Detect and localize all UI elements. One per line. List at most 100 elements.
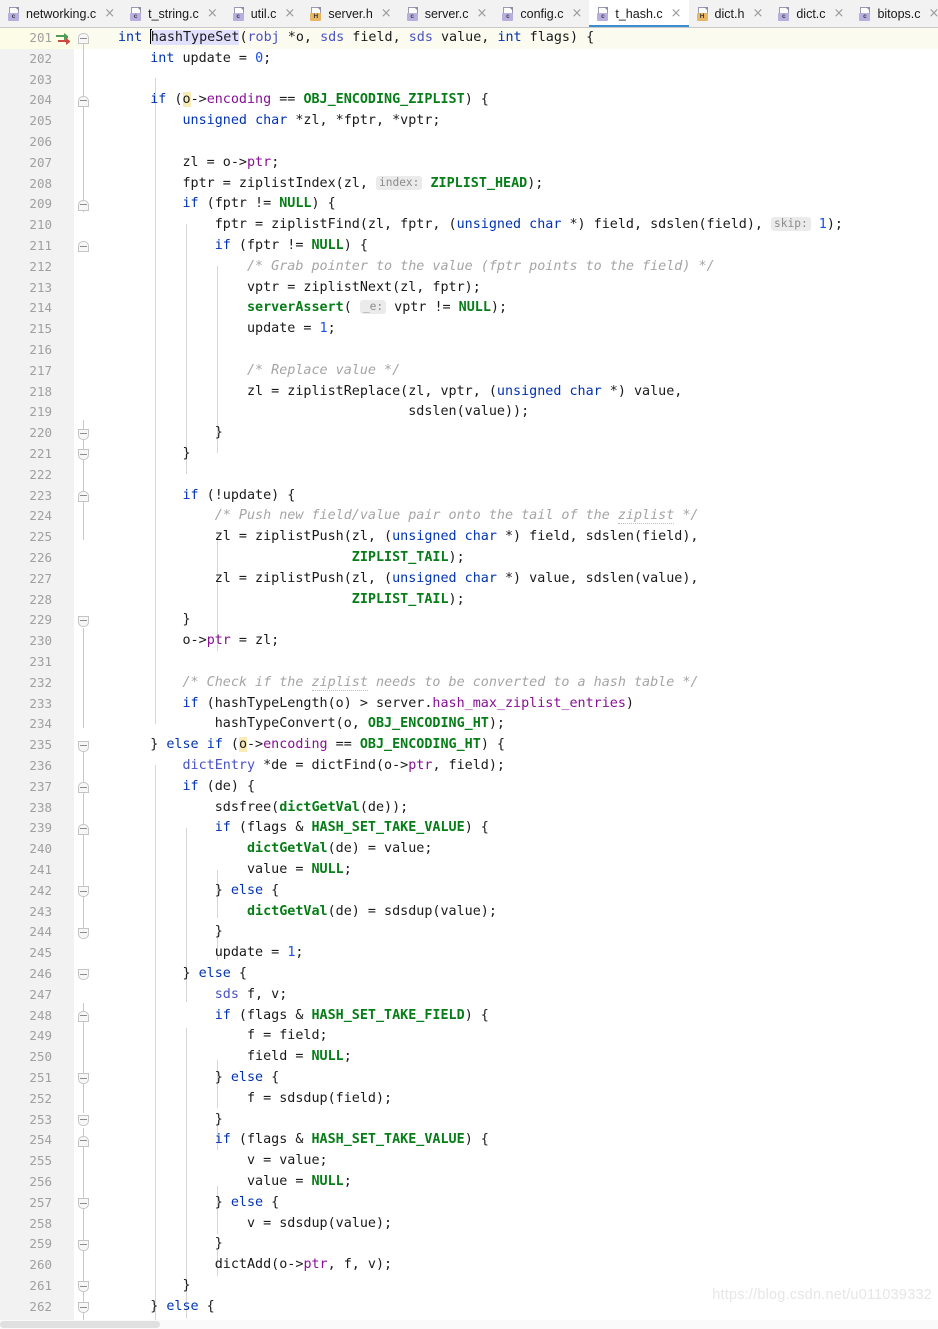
code-line[interactable]: 260 dictAdd(o->ptr, f, v); [0,1255,938,1276]
code-line[interactable]: 233 if (hashTypeLength(o) > server.hash_… [0,694,938,715]
horizontal-scrollbar[interactable] [0,1320,938,1329]
code-fold-marker[interactable] [78,1281,89,1293]
code-line[interactable]: 227 zl = ziplistPush(zl, (unsigned char … [0,569,938,590]
gutter-run-icon[interactable] [56,33,70,46]
code-line[interactable]: 205 unsigned char *zl, *fptr, *vptr; [0,111,938,132]
code-line[interactable]: 240 dictGetVal(de) = value; [0,839,938,860]
code-line[interactable]: 228 ZIPLIST_TAIL); [0,590,938,611]
code-line[interactable]: 255 v = value; [0,1151,938,1172]
code-line[interactable]: 204 if (o->encoding == OBJ_ENCODING_ZIPL… [0,90,938,111]
code-fold-marker[interactable] [78,33,89,45]
code-line[interactable]: 242 } else { [0,881,938,902]
editor-tab-server-h[interactable]: Hserver.h × [302,0,398,27]
code-fold-marker[interactable] [78,927,89,939]
code-line[interactable]: 213 vptr = ziplistNext(zl, fptr); [0,278,938,299]
editor-area[interactable]: 201 int hashTypeSet(robj *o, sds field, s… [0,28,938,1329]
code-line[interactable]: 224 /* Push new field/value pair onto th… [0,506,938,527]
code-fold-marker[interactable] [78,241,89,253]
editor-tab-t_hash-c[interactable]: c t_hash.c × [589,0,689,27]
code-line[interactable]: 236 dictEntry *de = dictFind(o->ptr, fie… [0,756,938,777]
code-line[interactable]: 254 if (flags & HASH_SET_TAKE_VALUE) { [0,1130,938,1151]
code-line[interactable]: 232 /* Check if the ziplist needs to be … [0,673,938,694]
code-line[interactable]: 231 [0,652,938,673]
code-line[interactable]: 239 if (flags & HASH_SET_TAKE_VALUE) { [0,818,938,839]
code-line[interactable]: 207 zl = o->ptr; [0,153,938,174]
code-line[interactable]: 215 update = 1; [0,319,938,340]
code-line[interactable]: 219 sdslen(value)); [0,402,938,423]
code-fold-marker[interactable] [78,1010,89,1022]
close-icon[interactable]: × [834,7,845,20]
code-fold-marker[interactable] [78,615,89,627]
editor-tab-networking-c[interactable]: c networking.c × [0,0,122,27]
code-line[interactable]: 209 if (fptr != NULL) { [0,194,938,215]
code-fold-marker[interactable] [78,1239,89,1251]
code-line[interactable]: 216 [0,340,938,361]
editor-tab-t_string-c[interactable]: c t_string.c × [122,0,225,27]
close-icon[interactable]: × [671,7,682,20]
code-line[interactable]: 251 } else { [0,1068,938,1089]
horizontal-scrollbar-thumb[interactable] [0,1321,160,1328]
code-line[interactable]: 234 hashTypeConvert(o, OBJ_ENCODING_HT); [0,714,938,735]
code-fold-marker[interactable] [78,1114,89,1126]
code-line[interactable]: 203 [0,70,938,91]
code-line[interactable]: 223 if (!update) { [0,486,938,507]
code-line[interactable]: 258 v = sdsdup(value); [0,1214,938,1235]
code-line[interactable]: 252 f = sdsdup(field); [0,1089,938,1110]
code-fold-marker[interactable] [78,823,89,835]
close-icon[interactable]: × [752,7,763,20]
code-fold-marker[interactable] [78,740,89,752]
code-line[interactable]: 202 int update = 0; [0,49,938,70]
code-line[interactable]: 249 f = field; [0,1026,938,1047]
editor-tab-config-c[interactable]: c config.c × [494,0,589,27]
code-line[interactable]: 212 /* Grab pointer to the value (fptr p… [0,257,938,278]
code-line[interactable]: 246 } else { [0,964,938,985]
code-fold-marker[interactable] [78,199,89,211]
code-line[interactable]: 229 } [0,610,938,631]
code-line[interactable]: 208 fptr = ziplistIndex(zl, index: ZIPLI… [0,174,938,195]
code-line[interactable]: 220 } [0,423,938,444]
editor-tab-util-c[interactable]: c util.c × [225,0,303,27]
code-fold-marker[interactable] [78,886,89,898]
code-line[interactable]: 226 ZIPLIST_TAIL); [0,548,938,569]
code-fold-marker[interactable] [78,490,89,502]
code-line[interactable]: 214 serverAssert( _e: vptr != NULL); [0,298,938,319]
code-fold-marker[interactable] [78,449,89,461]
code-line[interactable]: 237 if (de) { [0,777,938,798]
close-icon[interactable]: × [381,7,392,20]
close-icon[interactable]: × [104,7,115,20]
code-line[interactable]: 211 if (fptr != NULL) { [0,236,938,257]
close-icon[interactable]: × [571,7,582,20]
code-line[interactable]: 235 } else if (o->encoding == OBJ_ENCODI… [0,735,938,756]
editor-tab-bitops-c[interactable]: c bitops.c × [851,0,938,27]
code-line[interactable]: 245 update = 1; [0,943,938,964]
code-line[interactable]: 256 value = NULL; [0,1172,938,1193]
code-line[interactable]: 210 fptr = ziplistFind(zl, fptr, (unsign… [0,215,938,236]
code-line[interactable]: 225 zl = ziplistPush(zl, (unsigned char … [0,527,938,548]
code-line[interactable]: 206 [0,132,938,153]
code-line[interactable]: 244 } [0,922,938,943]
code-fold-marker[interactable] [78,782,89,794]
code-line[interactable]: 243 dictGetVal(de) = sdsdup(value); [0,902,938,923]
code-line[interactable]: 241 value = NULL; [0,860,938,881]
code-line[interactable]: 218 zl = ziplistReplace(zl, vptr, (unsig… [0,382,938,403]
code-fold-marker[interactable] [78,1135,89,1147]
editor-tab-server-c[interactable]: c server.c × [399,0,495,27]
code-line[interactable]: 247 sds f, v; [0,985,938,1006]
close-icon[interactable]: × [284,7,295,20]
code-line[interactable]: 201 int hashTypeSet(robj *o, sds field, s… [0,28,938,49]
editor-tab-dict-c[interactable]: c dict.c × [770,0,851,27]
code-line[interactable]: 248 if (flags & HASH_SET_TAKE_FIELD) { [0,1006,938,1027]
code-line[interactable]: 230 o->ptr = zl; [0,631,938,652]
code-fold-marker[interactable] [78,428,89,440]
code-line[interactable]: 253 } [0,1110,938,1131]
code-fold-marker[interactable] [78,1198,89,1210]
code-line[interactable]: 222 [0,465,938,486]
code-line[interactable]: 250 field = NULL; [0,1047,938,1068]
close-icon[interactable]: × [207,7,218,20]
code-fold-marker[interactable] [78,95,89,107]
code-fold-marker[interactable] [78,1302,89,1314]
code-line[interactable]: 259 } [0,1234,938,1255]
code-line[interactable]: 217 /* Replace value */ [0,361,938,382]
close-icon[interactable]: × [929,7,938,20]
code-fold-marker[interactable] [78,1073,89,1085]
